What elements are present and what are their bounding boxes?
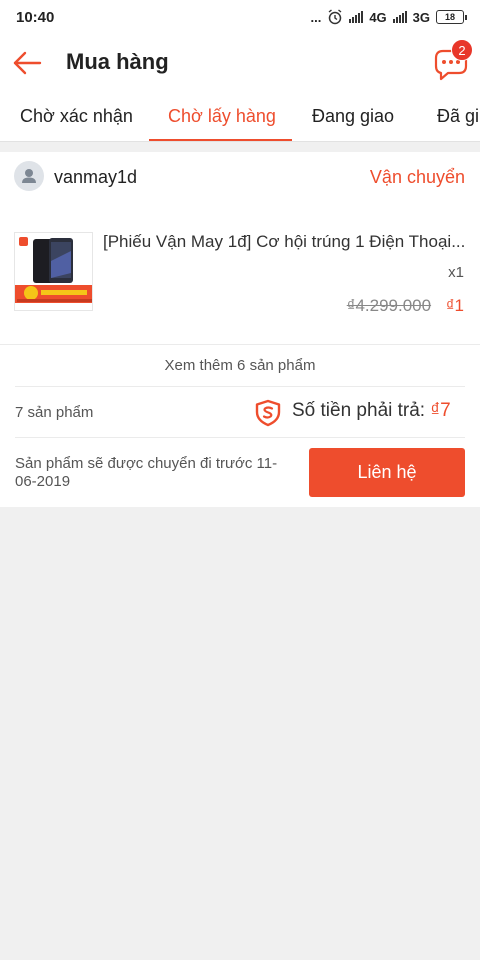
total-row: 7 sản phẩm Số tiền phải trả: ₫7 bbox=[0, 387, 480, 437]
action-row: Sản phẩm sẽ được chuyển đi trước 11-06-2… bbox=[0, 437, 480, 507]
chat-badge: 2 bbox=[451, 39, 473, 61]
alarm-icon bbox=[328, 9, 342, 25]
network-label-2: 3G bbox=[412, 9, 430, 25]
status-bar: 10:40 ... 4G 3G 18 bbox=[0, 0, 480, 34]
product-thumbnail bbox=[14, 232, 93, 311]
tab-cho-xac-nhan[interactable]: Chờ xác nhận bbox=[20, 92, 133, 141]
sale-price: ₫1 bbox=[445, 296, 464, 315]
original-price: ₫4.299.000 bbox=[346, 296, 432, 315]
avatar bbox=[14, 161, 44, 191]
delivery-note: Sản phẩm sẽ được chuyển đi trước 11-06-2… bbox=[15, 455, 278, 490]
product-quantity: x1 bbox=[448, 264, 464, 281]
avatar-icon bbox=[22, 169, 36, 183]
shop-row[interactable]: vanmay1d Vận chuyển bbox=[0, 152, 480, 202]
order-tabs: Chờ xác nhận Chờ lấy hàng Đang giao Đã g… bbox=[0, 92, 480, 142]
total-amount: Số tiền phải trả: ₫7 bbox=[292, 400, 451, 422]
tab-cho-lay-hang[interactable]: Chờ lấy hàng bbox=[168, 92, 276, 141]
notification-dots: ... bbox=[310, 9, 322, 25]
shipping-status: Vận chuyển bbox=[369, 167, 465, 187]
status-time: 10:40 bbox=[16, 8, 55, 26]
total-label: Số tiền phải trả: bbox=[292, 400, 431, 421]
signal-icon-2 bbox=[392, 11, 407, 23]
item-count: 7 sản phẩm bbox=[15, 404, 94, 421]
battery-icon: 18 bbox=[436, 10, 467, 24]
price-row: ₫4.299.000 ₫1 bbox=[347, 296, 464, 316]
shield-icon bbox=[255, 399, 281, 427]
product-item[interactable]: [Phiếu Vận May 1đ] Cơ hội trúng 1 Điện T… bbox=[0, 222, 480, 332]
tab-dang-giao[interactable]: Đang giao bbox=[312, 92, 394, 141]
product-name: [Phiếu Vận May 1đ] Cơ hội trúng 1 Điện T… bbox=[103, 232, 466, 251]
order-card[interactable]: vanmay1d Vận chuyển [Phiếu Vận May 1đ] C… bbox=[0, 152, 480, 507]
network-label-1: 4G bbox=[369, 9, 387, 25]
contact-button[interactable]: Liên hệ bbox=[309, 448, 465, 497]
total-value: ₫7 bbox=[430, 400, 451, 421]
shop-name: vanmay1d bbox=[54, 167, 138, 187]
signal-icon bbox=[349, 11, 364, 23]
tab-da-giao[interactable]: Đã gi bbox=[437, 92, 479, 141]
see-more-products[interactable]: Xem thêm 6 sản phẩm bbox=[0, 345, 480, 387]
app-header: Mua hàng 2 bbox=[0, 34, 480, 92]
status-indicators: ... 4G 3G 18 bbox=[310, 9, 467, 25]
phone-image bbox=[15, 233, 92, 310]
active-tab-indicator bbox=[149, 139, 292, 141]
page-title: Mua hàng bbox=[66, 49, 169, 74]
back-arrow-icon[interactable] bbox=[12, 48, 42, 78]
